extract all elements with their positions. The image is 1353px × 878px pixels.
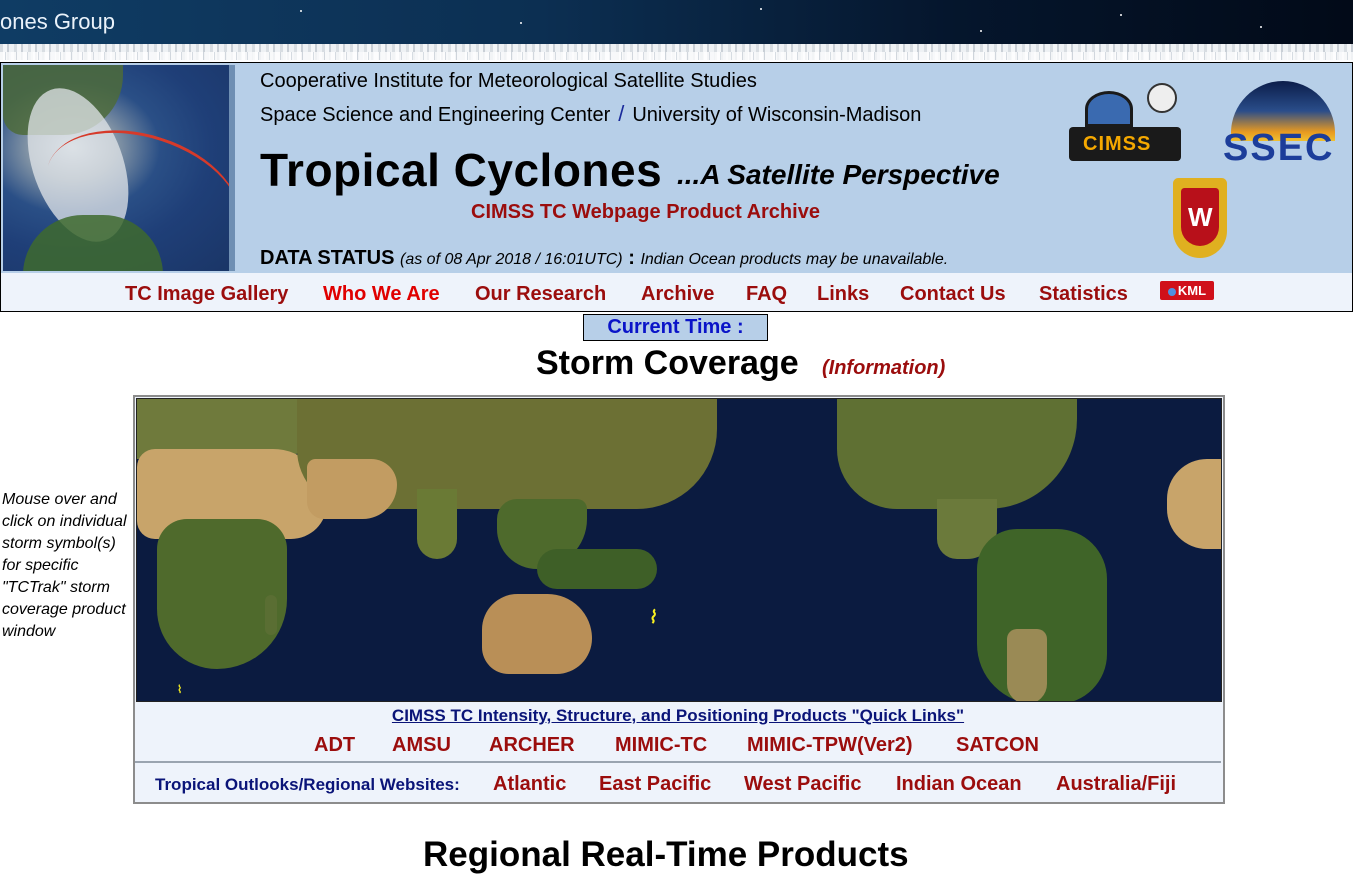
storm-symbol-icon[interactable]: ⌇ (648, 608, 658, 626)
storm-coverage-map[interactable]: ⌇ ⌇ (136, 398, 1222, 702)
cimss-name: Cooperative Institute for Meteorological… (260, 70, 757, 92)
nav-our-research[interactable]: Our Research (475, 283, 606, 306)
star-decoration (520, 22, 522, 24)
storm-coverage-info-link[interactable]: (Information) (822, 357, 945, 380)
page-subtitle: ...A Satellite Perspective (677, 159, 1000, 190)
storm-coverage-title: Storm Coverage (536, 344, 799, 382)
regional-link-west-pacific[interactable]: West Pacific (744, 773, 861, 796)
decorative-noise-band (0, 52, 1353, 60)
nav-archive[interactable]: Archive (641, 283, 714, 306)
regional-link-east-pacific[interactable]: East Pacific (599, 773, 711, 796)
data-status-label: DATA STATUS (260, 247, 395, 269)
ssec-logo[interactable]: SSEC (1223, 81, 1343, 169)
top-banner-strip: ones Group (0, 0, 1353, 44)
storm-map-instructions: Mouse over and click on individual storm… (2, 491, 127, 640)
star-decoration (760, 8, 762, 10)
separator-slash: / (618, 101, 625, 126)
current-time-box: Current Time : (583, 314, 768, 341)
quick-link-mimic-tpw[interactable]: MIMIC-TPW(Ver2) (747, 734, 913, 757)
nav-contact-us[interactable]: Contact Us (900, 283, 1006, 306)
uw-crest-logo[interactable]: W (1173, 178, 1227, 258)
nav-tc-image-gallery[interactable]: TC Image Gallery (125, 283, 288, 306)
regional-link-atlantic[interactable]: Atlantic (493, 773, 566, 796)
data-status-date: (as of 08 Apr 2018 / 16:01UTC) (400, 251, 623, 268)
header-banner: Cooperative Institute for Meteorological… (0, 62, 1353, 274)
regional-products-title: Regional Real-Time Products (423, 835, 909, 874)
hurricane-satellite-image (3, 65, 235, 271)
satellite-dish-icon (1085, 91, 1133, 127)
regional-link-indian-ocean[interactable]: Indian Ocean (896, 773, 1022, 796)
main-nav: TC Image Gallery Who We Are Our Research… (0, 273, 1353, 312)
quick-links-title[interactable]: CIMSS TC Intensity, Structure, and Posit… (135, 706, 1221, 726)
storm-coverage-panel: ⌇ ⌇ CIMSS TC Intensity, Structure, and P… (133, 395, 1225, 804)
star-decoration (1260, 26, 1262, 28)
star-decoration (300, 10, 302, 12)
quick-link-satcon[interactable]: SATCON (956, 734, 1039, 757)
globe-icon (1167, 287, 1176, 296)
institution-line: Space Science and Engineering Center / Uni… (260, 101, 921, 127)
product-archive-link[interactable]: CIMSS TC Webpage Product Archive (471, 201, 820, 224)
quick-link-archer[interactable]: ARCHER (489, 734, 575, 757)
site-group-title: ones Group (0, 9, 115, 34)
university-name: University of Wisconsin-Madison (632, 104, 922, 126)
nav-statistics[interactable]: Statistics (1039, 283, 1128, 306)
star-decoration (980, 30, 982, 32)
storm-symbol-icon[interactable]: ⌇ (177, 683, 182, 696)
data-status: DATA STATUS (as of 08 Apr 2018 / 16:01UT… (260, 247, 949, 269)
section-divider (135, 761, 1221, 763)
quick-link-mimic-tc[interactable]: MIMIC-TC (615, 734, 707, 757)
cimss-logo[interactable]: CIMSS (1069, 83, 1181, 161)
nav-faq[interactable]: FAQ (746, 283, 787, 306)
nav-who-we-are[interactable]: Who We Are (323, 283, 440, 306)
quick-link-amsu[interactable]: AMSU (392, 734, 451, 757)
regional-websites-label: Tropical Outlooks/Regional Websites: (155, 775, 460, 794)
page-title: Tropical Cyclones (260, 144, 663, 196)
regional-link-australia-fiji[interactable]: Australia/Fiji (1056, 773, 1176, 796)
nav-links[interactable]: Links (817, 283, 869, 306)
star-decoration (1120, 14, 1122, 16)
kml-button[interactable]: KML (1160, 281, 1214, 300)
data-status-message: Indian Ocean products may be unavailable… (640, 251, 949, 268)
quick-link-adt[interactable]: ADT (314, 734, 355, 757)
ssec-name: Space Science and Engineering Center (260, 104, 611, 126)
